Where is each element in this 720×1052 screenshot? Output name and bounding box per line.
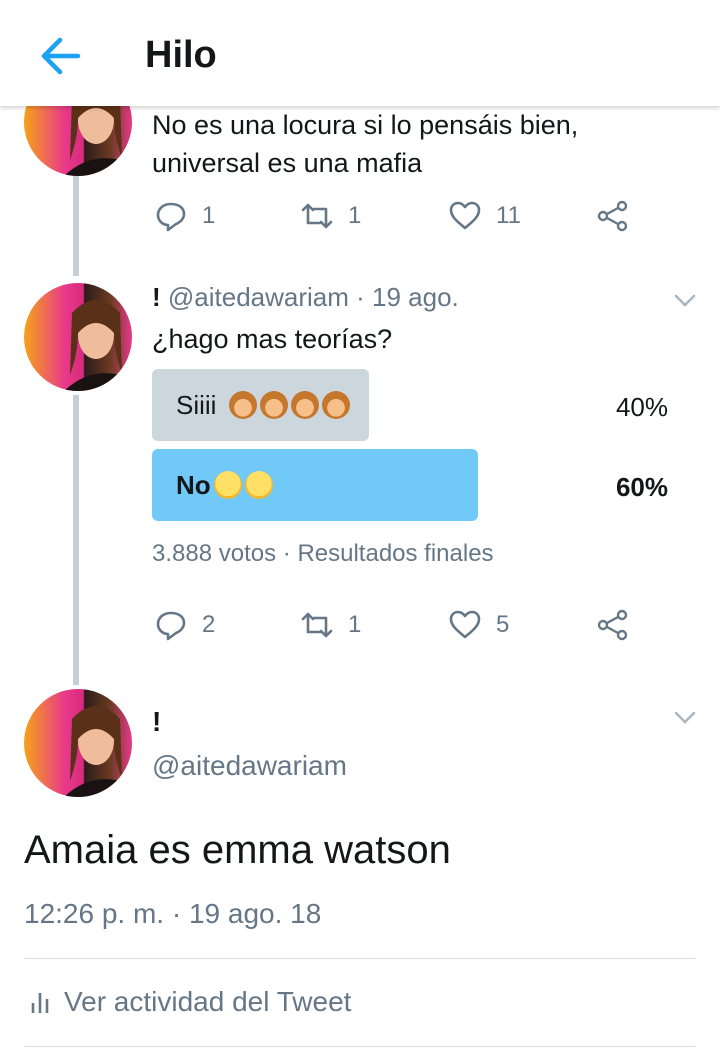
share-icon [597, 609, 628, 641]
reply-button[interactable]: 2 [154, 608, 215, 642]
chevron-down-icon[interactable] [674, 294, 696, 308]
reply-button[interactable]: 1 [154, 199, 215, 233]
divider [24, 1046, 696, 1047]
poll-percent: 60% [615, 472, 668, 502]
unamused-face-icon [244, 471, 273, 499]
display-name[interactable]: ! [152, 282, 161, 312]
retweet-button[interactable]: 1 [300, 199, 361, 233]
avatar[interactable] [24, 689, 132, 797]
tweet-text: No es una locura si lo pensáis bien, uni… [152, 110, 579, 178]
unamused-face-icon [213, 471, 242, 499]
see-no-evil-monkey-icon [291, 391, 320, 419]
retweet-count: 1 [348, 611, 362, 638]
tweet-timestamp[interactable]: 12:26 p. m. · 19 ago. 18 [24, 898, 321, 930]
handle-and-date[interactable]: @aitedawariam · 19 ago. [168, 282, 459, 312]
see-no-evil-monkey-icon [260, 391, 289, 419]
thread-connector [73, 395, 79, 685]
avatar[interactable] [24, 283, 132, 391]
page-title: Hilo [145, 34, 217, 76]
like-count: 5 [496, 611, 510, 638]
reply-icon [156, 611, 186, 641]
divider [24, 958, 696, 959]
share-icon [597, 200, 628, 232]
heart-icon [449, 201, 481, 230]
poll-percent: 40% [615, 392, 668, 422]
like-button[interactable]: 5 [448, 608, 509, 642]
see-no-evil-monkey-icon [229, 391, 258, 419]
retweet-count: 1 [348, 202, 362, 229]
reply-icon [156, 202, 186, 232]
reply-count: 1 [202, 202, 216, 229]
like-button[interactable]: 11 [448, 199, 521, 233]
share-button[interactable] [596, 199, 644, 233]
poll-option-no: No [176, 465, 273, 505]
poll-summary: 3.888 votos · Resultados finales [152, 540, 494, 567]
display-name[interactable]: ! [152, 706, 161, 738]
chevron-down-icon[interactable] [674, 711, 696, 725]
retweet-button[interactable]: 1 [300, 608, 361, 642]
handle[interactable]: @aitedawariam [152, 750, 347, 782]
back-arrow-icon[interactable] [38, 36, 82, 76]
heart-icon [449, 610, 481, 639]
focused-tweet-text: Amaia es emma watson [24, 828, 451, 872]
share-button[interactable] [596, 608, 644, 642]
poll-status: Resultados finales [297, 540, 494, 567]
reply-count: 2 [202, 611, 216, 638]
see-no-evil-monkey-icon [322, 391, 351, 419]
poll-votes: 3.888 votos [152, 540, 277, 567]
retweet-icon [301, 203, 333, 229]
tweet-activity-link[interactable]: Ver actividad del Tweet [30, 986, 351, 1018]
app-header: Hilo [0, 0, 720, 106]
like-count: 11 [496, 202, 521, 229]
tweet-author: ! @aitedawariam · 19 ago. [152, 282, 459, 313]
bar-chart-icon [31, 993, 49, 1013]
poll-option-siiii: Siiii [176, 385, 351, 425]
tweet-text: ¿hago mas teorías? [152, 324, 393, 354]
retweet-icon [301, 612, 333, 638]
thread-connector [73, 176, 79, 276]
